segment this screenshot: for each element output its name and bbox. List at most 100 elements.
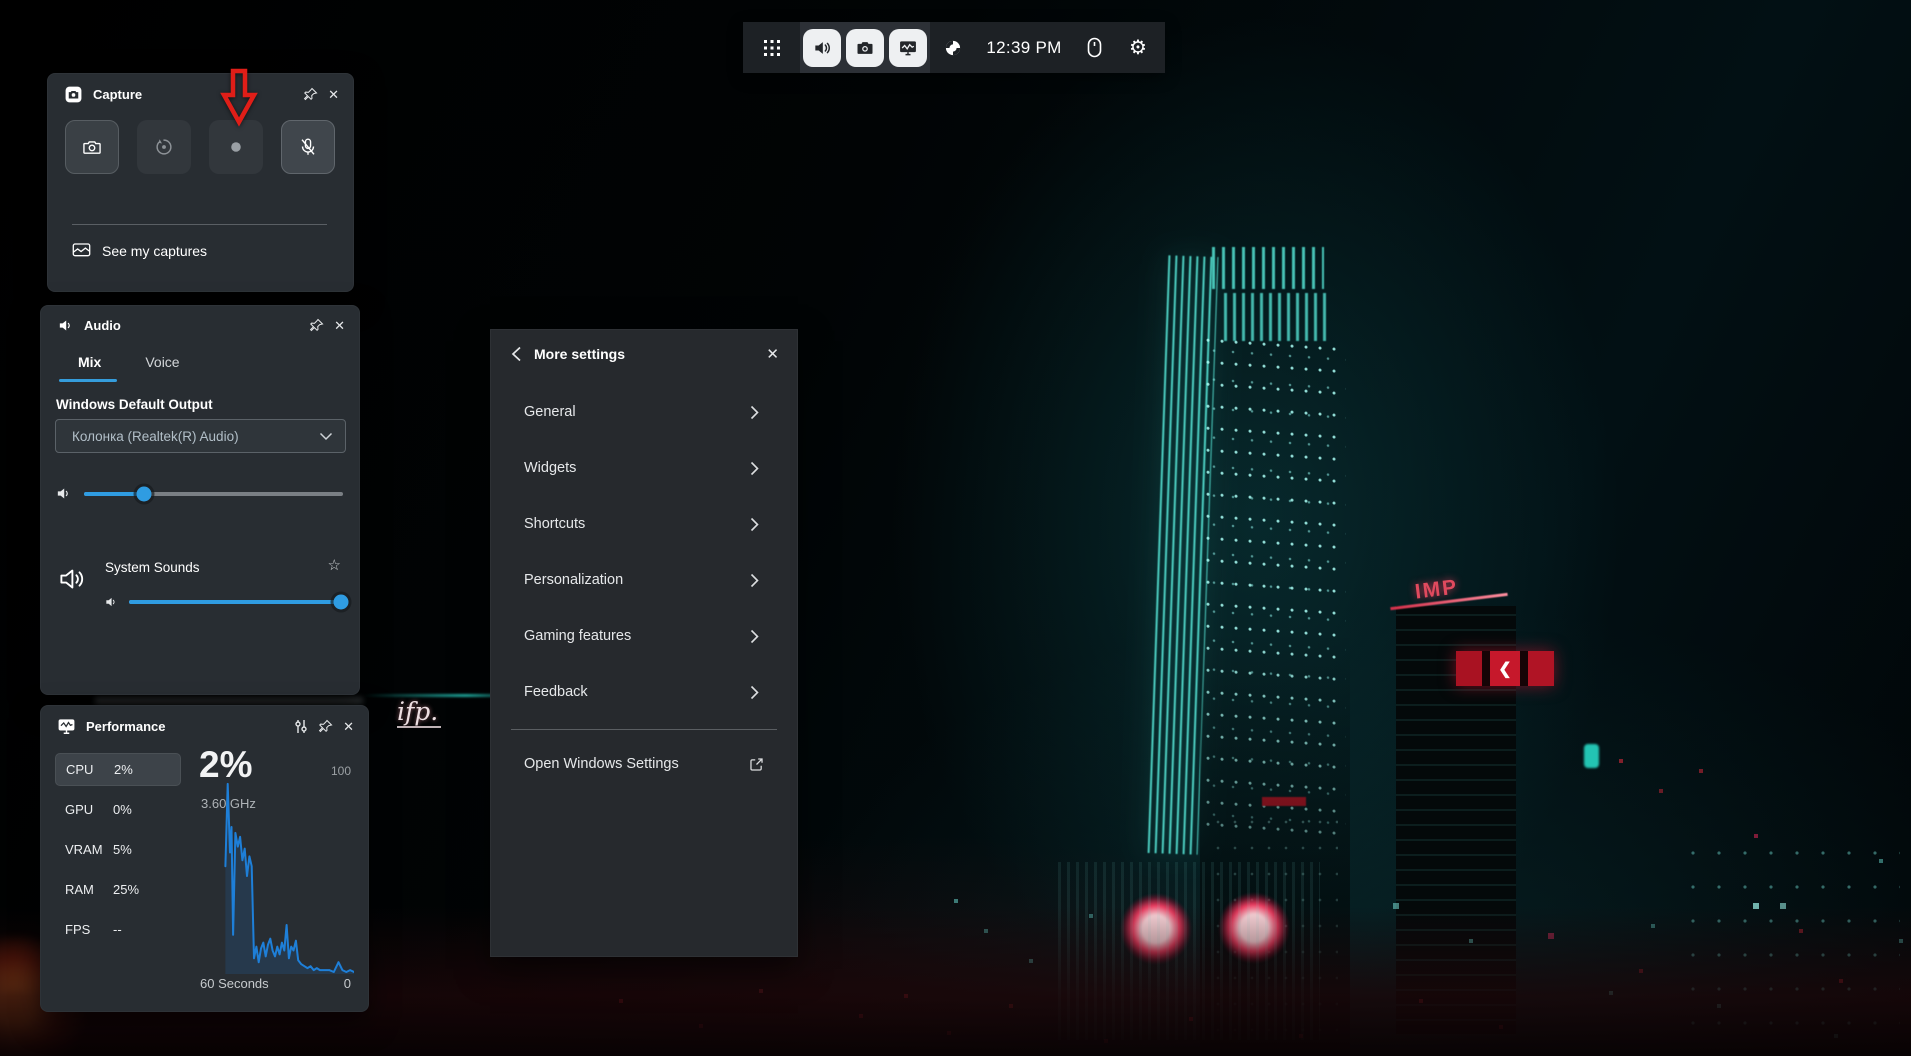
metric-list: CPU 2% GPU 0% VRAM 5% RAM 25% FPS -- — [55, 753, 195, 946]
graph-x-axis-label: 60 Seconds — [200, 976, 269, 991]
chevron-down-icon — [303, 432, 345, 441]
photographer-watermark: ifp. — [397, 698, 441, 728]
billboard-gap — [1482, 651, 1490, 686]
metric-row-vram[interactable]: VRAM 5% — [55, 833, 195, 866]
capture-widget-title: Capture — [93, 87, 142, 102]
settings-button[interactable]: ⚙ — [1116, 38, 1160, 58]
close-icon[interactable]: ✕ — [328, 88, 339, 101]
city-teal-lights — [0, 0, 2, 2]
tab-voice[interactable]: Voice — [145, 354, 179, 370]
metric-value: -- — [113, 922, 122, 937]
billboard-panel — [1456, 651, 1482, 686]
metric-label: GPU — [55, 802, 113, 817]
system-sounds-label: System Sounds — [105, 560, 200, 575]
metric-value: 0% — [113, 802, 132, 817]
screenshot-button[interactable] — [65, 120, 119, 174]
graph-axis-min: 0 — [321, 976, 351, 991]
external-link-icon — [748, 756, 765, 773]
audio-widget-title: Audio — [84, 318, 121, 333]
cpu-graph-area — [225, 784, 354, 974]
metric-row-fps[interactable]: FPS -- — [55, 913, 195, 946]
grid-icon — [763, 39, 781, 57]
audio-widget-button[interactable] — [803, 29, 841, 67]
mouse-passthrough-button[interactable] — [1072, 37, 1116, 58]
more-settings-panel: More settings ✕ General Widgets Shortcut… — [490, 329, 798, 957]
tab-mix[interactable]: Mix — [78, 354, 101, 370]
settings-item-label: Widgets — [524, 460, 576, 476]
red-billboard: ❮ — [1456, 651, 1554, 686]
settings-item-general[interactable]: General — [491, 384, 797, 440]
capture-widget-button[interactable] — [846, 29, 884, 67]
star-icon[interactable]: ☆ — [328, 556, 341, 574]
widget-menu-button[interactable] — [743, 22, 800, 73]
open-windows-settings-link[interactable]: Open Windows Settings — [491, 738, 797, 790]
settings-item-gaming-features[interactable]: Gaming features — [491, 608, 797, 664]
metric-label: RAM — [55, 882, 113, 897]
slider-thumb[interactable] — [136, 487, 151, 502]
metric-value: 25% — [113, 882, 139, 897]
pin-icon[interactable] — [309, 318, 324, 333]
start-recording-button[interactable] — [209, 120, 263, 174]
settings-item-personalization[interactable]: Personalization — [491, 552, 797, 608]
active-widget-buttons — [800, 22, 930, 73]
speaker-small-icon — [55, 485, 72, 502]
panel-title: More settings — [534, 346, 625, 362]
see-my-captures-label: See my captures — [102, 243, 207, 259]
mic-muted-icon — [297, 136, 319, 158]
pin-icon[interactable] — [318, 719, 333, 734]
settings-item-shortcuts[interactable]: Shortcuts — [491, 496, 797, 552]
game-bar-toolbar: 12:39 PM ⚙ — [743, 22, 1165, 73]
pin-icon[interactable] — [303, 87, 318, 102]
metric-row-gpu[interactable]: GPU 0% — [55, 793, 195, 826]
settings-item-label: Shortcuts — [524, 516, 585, 532]
record-last-30s-button[interactable] — [137, 120, 191, 174]
slider-thumb[interactable] — [334, 595, 349, 610]
mic-mute-toggle-button[interactable] — [281, 120, 335, 174]
billboard-gap — [1520, 651, 1528, 686]
toolbar-right-section: 12:39 PM ⚙ — [930, 22, 1165, 73]
performance-widget-button[interactable] — [889, 29, 927, 67]
mouse-icon — [1087, 37, 1102, 58]
audio-title-icon — [57, 317, 74, 334]
chevron-right-icon — [750, 461, 759, 476]
settings-item-feedback[interactable]: Feedback — [491, 664, 797, 720]
active-tab-indicator — [59, 379, 117, 382]
see-my-captures-link[interactable]: See my captures — [72, 242, 207, 259]
gear-icon: ⚙ — [1129, 38, 1147, 58]
output-device-dropdown[interactable]: Колонка (Realtek(R) Audio) — [55, 419, 346, 453]
metric-label: CPU — [56, 762, 114, 777]
slider-fill — [129, 600, 341, 604]
close-icon[interactable]: ✕ — [334, 319, 345, 332]
resources-widget-button[interactable] — [930, 38, 976, 58]
metric-row-ram[interactable]: RAM 25% — [55, 873, 195, 906]
system-sounds-slider[interactable] — [129, 600, 341, 604]
capture-widget: Capture ✕ — [47, 73, 354, 292]
desktop: IMP ❮ ifp. — [0, 0, 1911, 1056]
metric-row-cpu-selected[interactable]: CPU 2% — [55, 753, 181, 786]
performance-monitor-icon — [898, 38, 918, 58]
skyscraper-top-lights — [1212, 247, 1324, 289]
metric-value: 2% — [114, 762, 133, 777]
clock: 12:39 PM — [976, 38, 1072, 58]
divider — [72, 224, 327, 225]
performance-widget-title: Performance — [86, 719, 165, 734]
billboard-chevron-logo: ❮ — [1490, 651, 1520, 686]
close-icon[interactable]: ✕ — [766, 347, 779, 362]
back-chevron-icon[interactable] — [511, 346, 522, 362]
chevron-right-icon — [750, 629, 759, 644]
settings-item-widgets[interactable]: Widgets — [491, 440, 797, 496]
settings-item-label: General — [524, 404, 576, 420]
audio-widget: Audio ✕ Mix Voice Windows Default Output… — [40, 305, 360, 695]
metric-label: FPS — [55, 922, 113, 937]
settings-item-list: General Widgets Shortcuts Personalizatio… — [491, 384, 797, 720]
performance-options-icon[interactable] — [294, 719, 308, 734]
speaker-icon — [812, 38, 832, 58]
billboard-panel — [1528, 651, 1554, 686]
close-icon[interactable]: ✕ — [343, 720, 354, 733]
camera-icon — [81, 136, 103, 158]
swirl-icon — [943, 38, 963, 58]
chevron-right-icon — [750, 517, 759, 532]
instant-replay-icon — [153, 136, 175, 158]
performance-widget: Performance ✕ CPU 2% GPU 0% V — [40, 705, 369, 1012]
master-volume-slider[interactable] — [84, 492, 343, 496]
